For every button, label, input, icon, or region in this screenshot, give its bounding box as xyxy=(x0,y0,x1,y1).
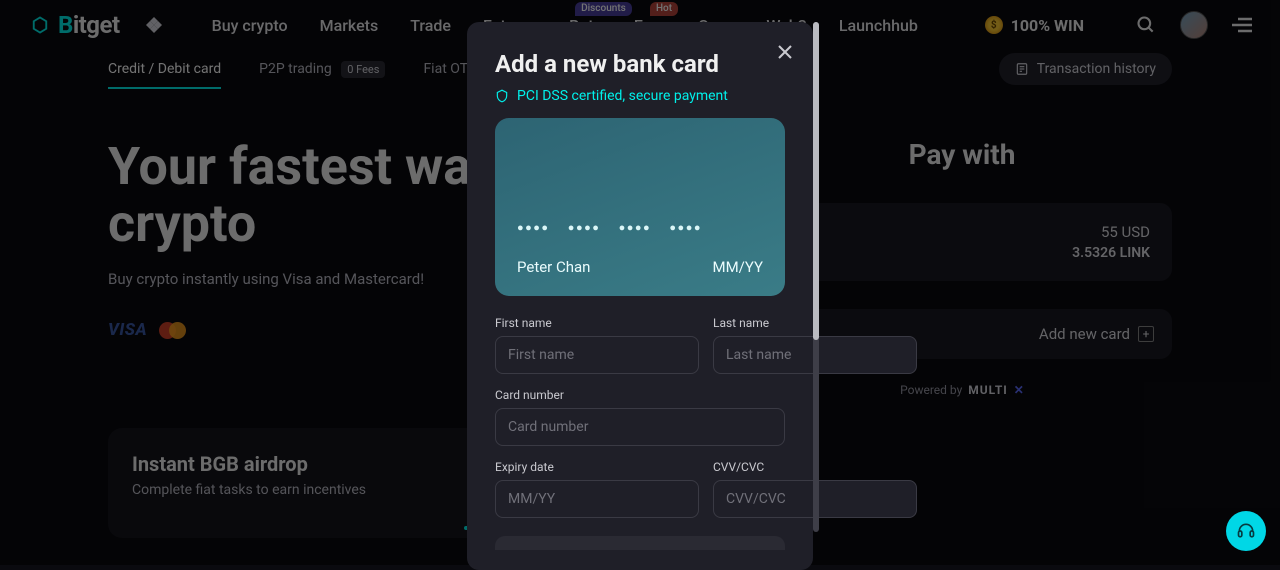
card-preview: ●●●● ●●●● ●●●● ●●●● Peter Chan MM/YY xyxy=(495,118,785,296)
expiry-input[interactable] xyxy=(495,480,699,518)
expiry-label: Expiry date xyxy=(495,460,699,474)
modal-title: Add a new bank card xyxy=(495,50,785,78)
first-name-input[interactable] xyxy=(495,336,699,374)
card-number-masked: ●●●● ●●●● ●●●● ●●●● xyxy=(517,221,763,234)
add-card-modal: Add a new bank card PCI DSS certified, s… xyxy=(467,22,813,570)
submit-button[interactable] xyxy=(495,536,785,550)
shield-icon xyxy=(495,89,509,103)
modal-scrollbar[interactable] xyxy=(813,22,819,532)
card-number-input[interactable] xyxy=(495,408,785,446)
card-number-label: Card number xyxy=(495,388,785,402)
card-expiry-preview: MM/YY xyxy=(712,258,763,276)
pci-badge: PCI DSS certified, secure payment xyxy=(495,88,785,104)
card-holder: Peter Chan xyxy=(517,258,590,276)
support-button[interactable] xyxy=(1226,511,1266,551)
first-name-label: First name xyxy=(495,316,699,330)
headset-icon xyxy=(1236,521,1256,541)
close-icon[interactable] xyxy=(777,44,793,64)
